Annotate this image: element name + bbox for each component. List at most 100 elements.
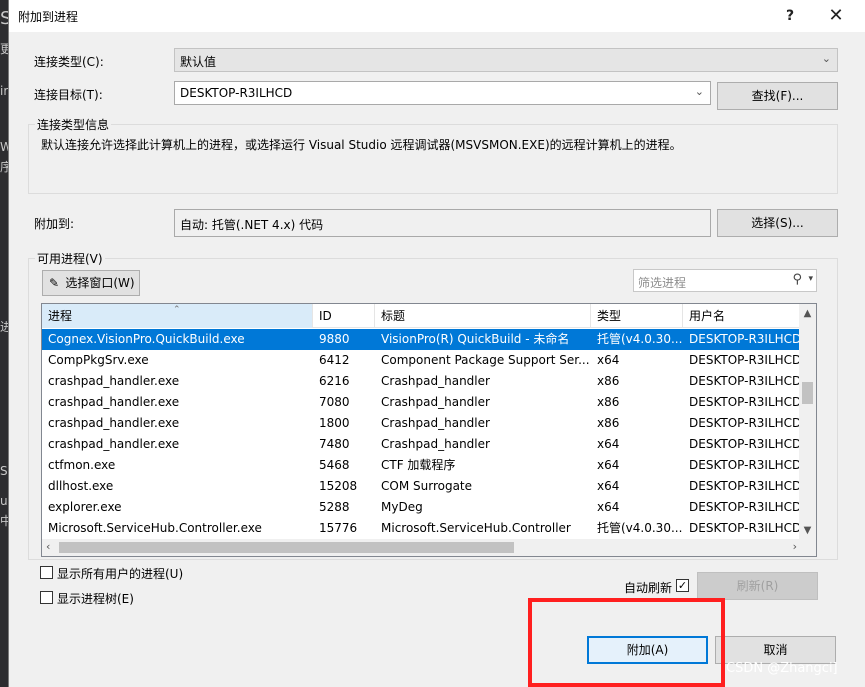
cell-title: VisionPro(R) QuickBuild - 未命名	[381, 332, 570, 346]
cell-id: 5468	[319, 458, 350, 472]
cell-type: x86	[597, 395, 620, 409]
watermark-text: CSDN @Zhangci]	[726, 661, 838, 676]
column-header-title[interactable]: 标题	[375, 304, 591, 328]
cell-id: 15776	[319, 521, 358, 535]
connection-type-combo[interactable]: 默认值 ⌄	[174, 48, 838, 72]
cell-type: x86	[597, 416, 620, 430]
ide-background-text: u	[0, 494, 8, 508]
cell-user: DESKTOP-R3ILHCD	[689, 479, 801, 493]
cell-name: explorer.exe	[48, 500, 122, 514]
scrollbar-thumb[interactable]	[59, 542, 514, 553]
vertical-scrollbar[interactable]: ▲ ▼	[799, 304, 816, 540]
attach-to-process-dialog: 附加到进程 ? ✕ 连接类型(C): 默认值 ⌄ 连接目标(T): DESKTO…	[8, 0, 865, 687]
connection-type-label: 连接类型(C):	[34, 55, 104, 69]
table-row[interactable]: ctfmon.exe 5468 CTF 加载程序 x64 DESKTOP-R3ILHCD	[42, 455, 801, 476]
cell-name: dllhost.exe	[48, 479, 114, 493]
cell-type: x64	[597, 500, 620, 514]
cell-id: 1800	[319, 416, 350, 430]
table-header: ⌃ 进程 ID 标题 类型 用户名	[42, 304, 801, 328]
chevron-down-icon: ⌄	[821, 52, 831, 65]
cell-title: MyDeg	[381, 500, 423, 514]
connection-target-value: DESKTOP-R3ILHCD	[180, 86, 293, 100]
dialog-titlebar: 附加到进程 ? ✕	[9, 0, 865, 32]
cell-title: Crashpad_handler	[381, 416, 490, 430]
connection-info-text: 默认连接允许选择此计算机上的进程，或选择运行 Visual Studio 远程调…	[41, 138, 682, 152]
cell-title: Crashpad_handler	[381, 395, 490, 409]
cell-user: DESKTOP-R3ILHCD	[689, 500, 801, 514]
scrollbar-corner	[799, 539, 816, 556]
cell-id: 6216	[319, 374, 350, 388]
help-button[interactable]: ?	[774, 4, 806, 28]
cell-user: DESKTOP-R3ILHCD	[689, 458, 801, 472]
cell-type: 托管(v4.0.30...	[597, 521, 683, 535]
scrollbar-thumb[interactable]	[802, 382, 813, 404]
show-all-users-label[interactable]: 显示所有用户的进程(U)	[57, 565, 183, 582]
table-row[interactable]: Microsoft.ServiceHub.Controller.exe 15776…	[42, 518, 801, 539]
cell-user: DESKTOP-R3ILHCD	[689, 395, 801, 409]
process-filter-input[interactable]: 筛选进程 ⚲ ▾	[633, 269, 817, 292]
close-button[interactable]: ✕	[819, 3, 853, 29]
column-header-type[interactable]: 类型	[591, 304, 683, 328]
connection-info-title: 连接类型信息	[35, 116, 112, 133]
chevron-down-icon[interactable]: ▾	[808, 274, 813, 284]
table-row[interactable]: crashpad_handler.exe 7080 Crashpad_handler…	[42, 392, 801, 413]
cell-id: 7080	[319, 395, 350, 409]
auto-refresh-checkbox[interactable]: ✓	[676, 579, 689, 592]
select-window-button[interactable]: ✎ 选择窗口(W)	[42, 270, 140, 296]
auto-refresh-label: 自动刷新	[624, 581, 673, 595]
chevron-down-icon: ⌄	[694, 85, 704, 98]
sort-ascending-icon: ⌃	[173, 305, 181, 315]
cell-type: x64	[597, 458, 620, 472]
dialog-title: 附加到进程	[18, 10, 79, 24]
highlight-annotation-box	[528, 598, 725, 687]
cell-type: x64	[597, 353, 620, 367]
table-row[interactable]: Cognex.VisionPro.QuickBuild.exe 9880 Visio…	[42, 329, 801, 350]
horizontal-scrollbar[interactable]: ‹ ›	[42, 539, 801, 556]
cell-type: x86	[597, 374, 620, 388]
column-header-user[interactable]: 用户名	[683, 304, 801, 328]
cell-id: 15208	[319, 479, 358, 493]
show-tree-checkbox[interactable]	[40, 591, 53, 604]
attach-to-value: 自动: 托管(.NET 4.x) 代码	[180, 218, 324, 232]
cell-title: COM Surrogate	[381, 479, 473, 493]
connection-type-value: 默认值	[180, 55, 217, 69]
cell-title: Crashpad_handler	[381, 374, 490, 388]
show-all-users-checkbox[interactable]	[40, 566, 53, 579]
cell-id: 6412	[319, 353, 350, 367]
scroll-up-icon[interactable]: ▲	[799, 308, 816, 319]
show-tree-label[interactable]: 显示进程树(E)	[57, 590, 134, 607]
scroll-left-icon[interactable]: ‹	[46, 540, 50, 553]
cell-id: 7480	[319, 437, 350, 451]
table-row[interactable]: crashpad_handler.exe 6216 Crashpad_handler…	[42, 371, 801, 392]
cell-name: crashpad_handler.exe	[48, 374, 180, 388]
search-icon: ⚲	[792, 272, 802, 287]
cell-title: Component Package Support Ser...	[381, 353, 590, 367]
column-header-label: 进程	[48, 309, 73, 323]
refresh-button[interactable]: 刷新(R)	[697, 572, 818, 600]
cell-name: ctfmon.exe	[48, 458, 116, 472]
table-row[interactable]: explorer.exe 5288 MyDeg x64 DESKTOP-R3ILHCD	[42, 497, 801, 518]
attach-to-label: 附加到:	[34, 217, 75, 231]
cancel-button[interactable]: 取消	[715, 636, 836, 664]
table-row[interactable]: CompPkgSrv.exe 6412 Component Package Supp…	[42, 350, 801, 371]
process-table[interactable]: ⌃ 进程 ID 标题 类型 用户名 Cognex.VisionPro.Quick…	[41, 303, 817, 557]
cell-name: Cognex.VisionPro.QuickBuild.exe	[48, 332, 245, 346]
column-header-process[interactable]: ⌃ 进程	[42, 304, 313, 328]
cell-user: DESKTOP-R3ILHCD	[689, 353, 801, 367]
attach-to-field: 自动: 托管(.NET 4.x) 代码	[174, 209, 711, 237]
column-header-id[interactable]: ID	[313, 304, 375, 328]
cell-user: DESKTOP-R3ILHCD	[689, 416, 801, 430]
find-button[interactable]: 查找(F)...	[717, 82, 838, 110]
table-row[interactable]: crashpad_handler.exe 7480 Crashpad_handler…	[42, 434, 801, 455]
select-window-label: 选择窗口(W)	[65, 276, 135, 290]
connection-target-combo[interactable]: DESKTOP-R3ILHCD ⌄	[174, 81, 711, 105]
cell-name: crashpad_handler.exe	[48, 437, 180, 451]
scroll-down-icon[interactable]: ▼	[799, 525, 816, 536]
connection-target-label: 连接目标(T):	[34, 88, 103, 102]
table-row[interactable]: dllhost.exe 15208 COM Surrogate x64 DESKTOP-…	[42, 476, 801, 497]
cell-type: x64	[597, 479, 620, 493]
scroll-right-icon[interactable]: ›	[793, 540, 797, 553]
table-row[interactable]: crashpad_handler.exe 1800 Crashpad_handler…	[42, 413, 801, 434]
cell-user: DESKTOP-R3ILHCD	[689, 374, 801, 388]
select-code-type-button[interactable]: 选择(S)...	[717, 209, 838, 237]
